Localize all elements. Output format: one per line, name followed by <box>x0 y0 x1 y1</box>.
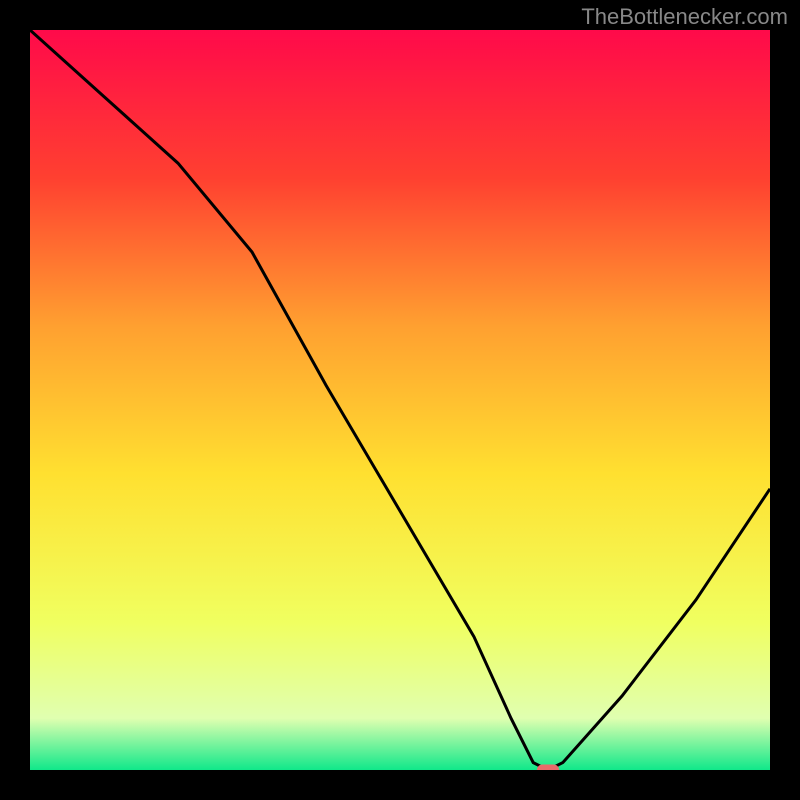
chart-container: TheBottlenecker.com <box>0 0 800 800</box>
chart-svg <box>30 30 770 770</box>
gradient-background <box>30 30 770 770</box>
optimal-marker <box>537 765 559 771</box>
watermark-text: TheBottlenecker.com <box>581 4 788 30</box>
plot-area <box>30 30 770 770</box>
